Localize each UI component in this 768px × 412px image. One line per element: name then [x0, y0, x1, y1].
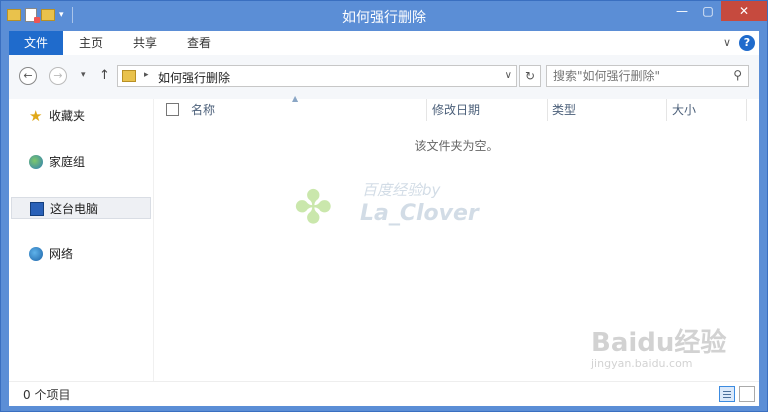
- quick-access-toolbar: ▾: [7, 7, 73, 23]
- close-button[interactable]: ✕: [721, 1, 767, 21]
- folder-icon: [122, 70, 136, 82]
- column-name[interactable]: 名称: [191, 99, 426, 121]
- recent-locations-dropdown-icon[interactable]: ▾: [81, 70, 86, 80]
- column-date-modified[interactable]: 修改日期: [432, 99, 547, 121]
- search-icon[interactable]: ⚲: [733, 68, 742, 82]
- tab-home[interactable]: 主页: [67, 31, 115, 55]
- item-count: 0 个项目: [23, 388, 71, 402]
- clover-logo-icon: ✤: [294, 180, 333, 234]
- properties-icon[interactable]: [25, 8, 40, 23]
- column-type[interactable]: 类型: [552, 99, 667, 121]
- column-size[interactable]: 大小: [672, 99, 742, 121]
- customize-toolbar-dropdown-icon[interactable]: ▾: [59, 10, 64, 20]
- select-all-checkbox[interactable]: [166, 103, 179, 116]
- watermark: ✤ 百度经验by La_Clover: [294, 177, 494, 237]
- address-bar[interactable]: ▸ 如何强行删除 ∨: [117, 65, 517, 87]
- nav-item-network[interactable]: 网络: [11, 243, 151, 265]
- details-view-icon[interactable]: [719, 386, 735, 402]
- network-icon: [29, 247, 43, 261]
- column-divider[interactable]: [666, 99, 667, 121]
- nav-item-label: 网络: [49, 247, 74, 261]
- nav-item-this-pc[interactable]: 这台电脑: [11, 197, 151, 219]
- navigation-pane: ★ 收藏夹 家庭组 这台电脑 网络: [9, 99, 154, 381]
- maximize-button[interactable]: ▢: [695, 1, 721, 21]
- nav-item-label: 这台电脑: [50, 202, 99, 216]
- homegroup-icon: [29, 155, 43, 169]
- nav-item-homegroup[interactable]: 家庭组: [11, 151, 151, 173]
- window-controls: — ▢ ✕: [669, 1, 767, 21]
- column-divider[interactable]: [746, 99, 747, 121]
- up-button[interactable]: ↑: [99, 68, 110, 83]
- tab-view[interactable]: 查看: [175, 31, 223, 55]
- refresh-button[interactable]: ↻: [519, 65, 541, 87]
- column-divider[interactable]: [547, 99, 548, 121]
- nav-item-favorites[interactable]: ★ 收藏夹: [11, 105, 151, 127]
- baidu-watermark: Baidu经验 jingyan.baidu.com: [591, 329, 726, 370]
- forward-button[interactable]: →: [49, 67, 67, 85]
- new-folder-icon[interactable]: [41, 9, 55, 21]
- status-bar: 0 个项目: [9, 381, 759, 406]
- column-divider[interactable]: [426, 99, 427, 121]
- baidu-url: jingyan.baidu.com: [591, 357, 693, 370]
- window-title: 如何强行删除: [342, 10, 426, 26]
- baidu-logo: Baidu经验: [591, 328, 727, 358]
- search-input[interactable]: [553, 68, 723, 84]
- search-box[interactable]: ⚲: [546, 65, 749, 87]
- address-toolbar: ← → ▾ ↑ ▸ 如何强行删除 ∨ ↻ ⚲: [9, 55, 759, 100]
- nav-item-label: 家庭组: [49, 155, 86, 169]
- large-icons-view-icon[interactable]: [739, 386, 755, 402]
- folder-icon[interactable]: [7, 9, 21, 21]
- watermark-line-2: La_Clover: [360, 201, 479, 226]
- star-icon: ★: [29, 107, 43, 125]
- toolbar-divider: [71, 7, 73, 23]
- breadcrumb-arrow-icon[interactable]: ▸: [144, 70, 149, 80]
- help-icon[interactable]: ?: [739, 35, 755, 51]
- back-button[interactable]: ←: [19, 67, 37, 85]
- title-bar[interactable]: ▾ 如何强行删除 — ▢ ✕: [1, 1, 767, 31]
- computer-icon: [30, 202, 44, 216]
- minimize-button[interactable]: —: [669, 1, 695, 21]
- empty-folder-message: 该文件夹为空。: [414, 139, 499, 153]
- expand-ribbon-chevron-icon[interactable]: ∨: [723, 36, 731, 49]
- tab-file[interactable]: 文件: [9, 31, 63, 55]
- explorer-window: ▾ 如何强行删除 — ▢ ✕ 文件 主页 共享 查看 ∨ ? ← → ▾ ↑ ▸…: [0, 0, 768, 412]
- watermark-line-1: 百度经验by: [362, 181, 441, 199]
- nav-item-label: 收藏夹: [49, 109, 86, 123]
- ribbon-tabs: 文件 主页 共享 查看 ∨ ?: [9, 31, 759, 56]
- address-path[interactable]: 如何强行删除: [158, 69, 230, 86]
- tab-share[interactable]: 共享: [121, 31, 169, 55]
- address-dropdown-icon[interactable]: ∨: [505, 70, 512, 81]
